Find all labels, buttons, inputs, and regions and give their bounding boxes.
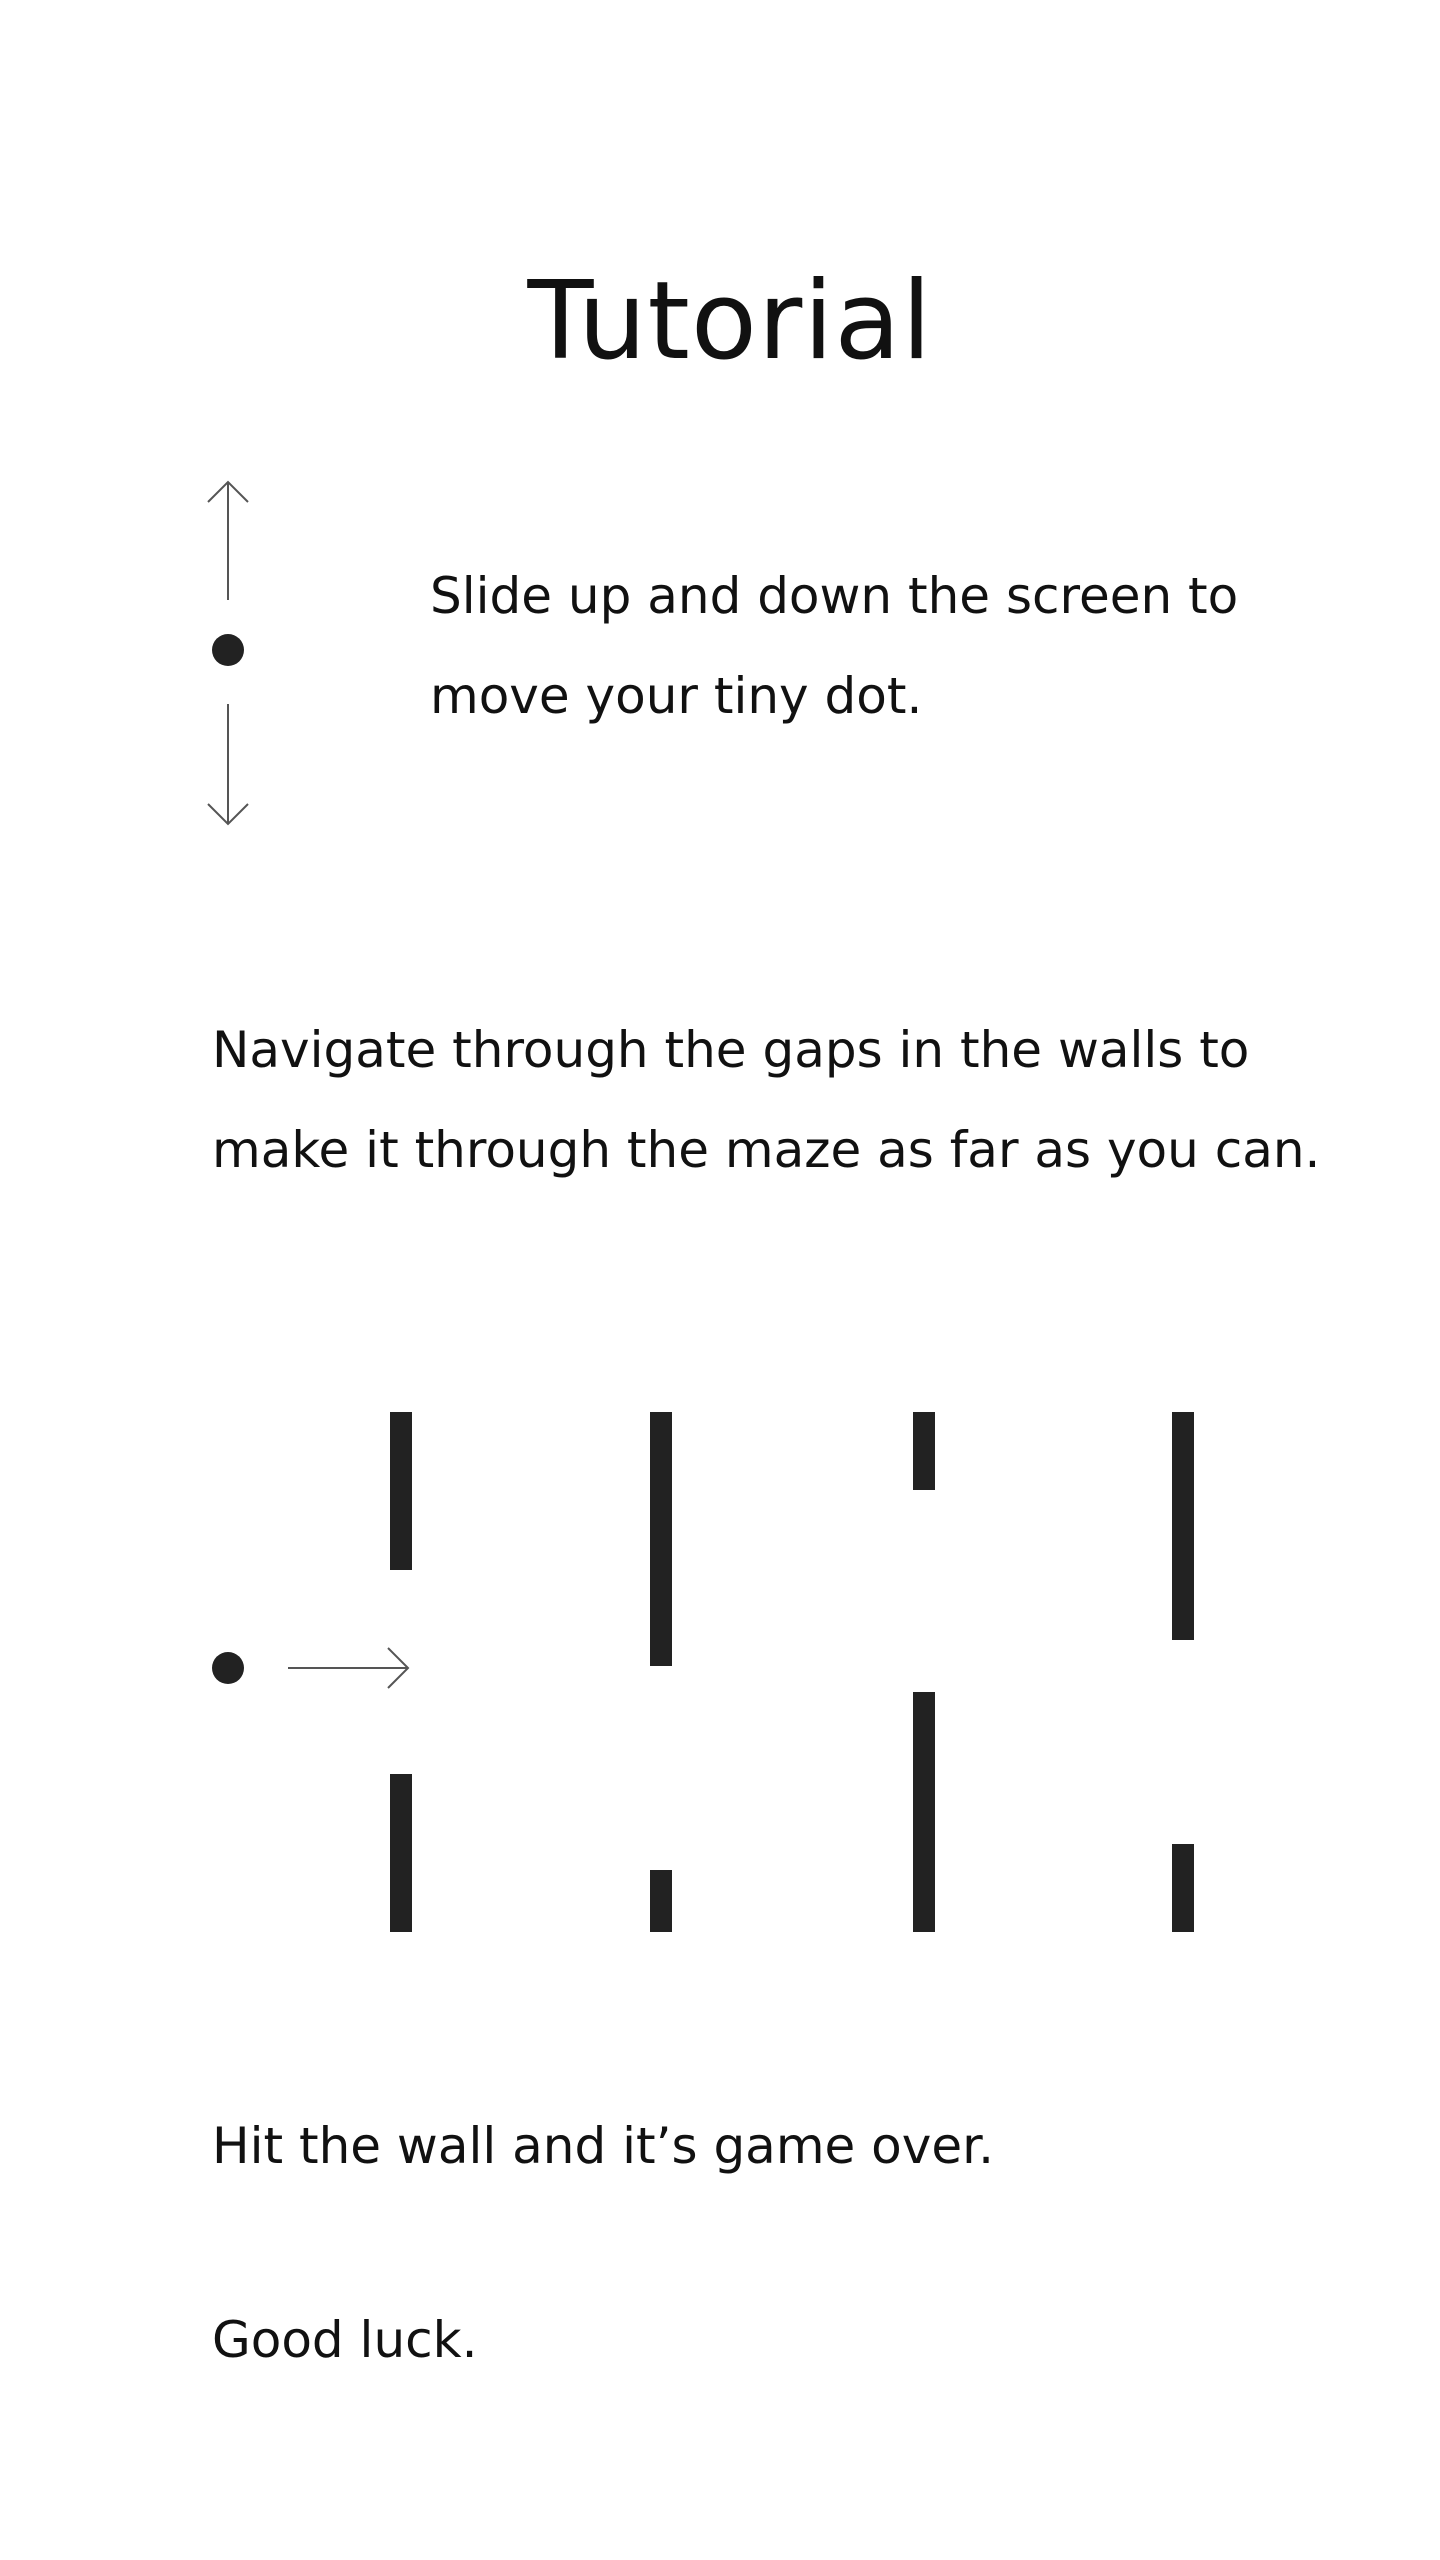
- maze-wall: [913, 1412, 935, 1490]
- arrow-up-icon: [207, 480, 249, 600]
- maze-wall: [1172, 1844, 1194, 1932]
- slide-instruction: Slide up and down the screen to move you…: [430, 567, 1239, 725]
- good-luck-text: Good luck.: [212, 2311, 478, 2369]
- game-over-instruction: Hit the wall and it’s game over.: [212, 2117, 994, 2175]
- maze-wall: [650, 1412, 672, 1666]
- tutorial-title: Tutorial: [527, 259, 933, 385]
- maze-wall: [650, 1870, 672, 1932]
- maze-wall: [913, 1692, 935, 1932]
- player-dot-icon: [212, 634, 244, 666]
- arrow-down-icon: [207, 704, 249, 826]
- arrow-right-icon: [288, 1647, 410, 1689]
- maze-wall: [390, 1412, 412, 1570]
- maze-wall: [1172, 1412, 1194, 1640]
- maze-wall: [390, 1774, 412, 1932]
- navigate-instruction: Navigate through the gaps in the walls t…: [212, 1021, 1321, 1179]
- player-dot-icon: [212, 1652, 244, 1684]
